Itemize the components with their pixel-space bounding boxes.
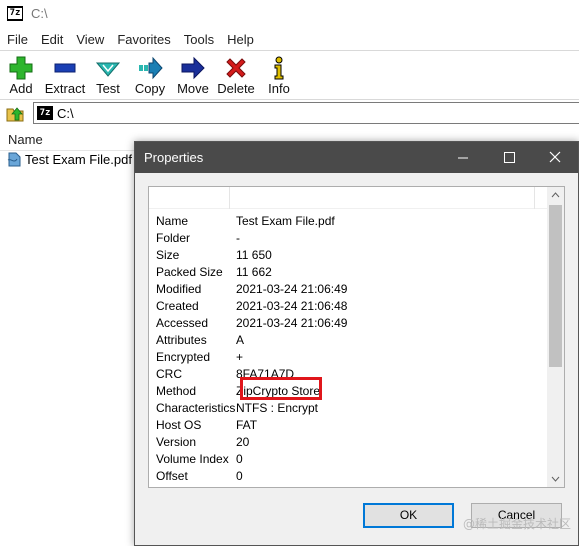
property-name: Volume Index: [156, 452, 229, 466]
address-bar: 7z C:\: [0, 102, 579, 126]
property-name: Encrypted: [156, 350, 211, 364]
move-arrow-icon: [181, 56, 205, 80]
info-button[interactable]: Info: [266, 51, 292, 99]
property-value: 0: [236, 452, 243, 466]
plus-icon: [9, 56, 33, 80]
move-button[interactable]: Move: [176, 51, 210, 99]
add-label: Add: [9, 81, 33, 96]
address-value: C:\: [57, 106, 74, 121]
property-name: Created: [156, 299, 199, 313]
extract-label: Extract: [44, 81, 86, 96]
title-bar: 7z C:\: [0, 0, 579, 28]
toolbar-separator: [0, 99, 579, 100]
scrollbar-thumb[interactable]: [549, 205, 562, 367]
scroll-down-icon[interactable]: [547, 470, 564, 487]
column-header-name[interactable]: Name: [8, 132, 43, 147]
header-divider: [229, 187, 230, 209]
property-name: Modified: [156, 282, 202, 296]
ok-button[interactable]: OK: [363, 503, 454, 528]
property-name: CRC: [156, 367, 182, 381]
properties-list: Name Test Exam File.pdf Folder - Size 11…: [148, 186, 565, 488]
test-button[interactable]: Test: [93, 51, 123, 99]
toolbar: Add Extract Test Copy Move Delete Info: [0, 51, 579, 99]
property-name: Folder: [156, 231, 191, 245]
copy-button[interactable]: Copy: [133, 51, 167, 99]
property-name: Characteristics: [156, 401, 236, 415]
property-name: Name: [156, 214, 189, 228]
copy-label: Copy: [134, 81, 166, 96]
property-name: Attributes: [156, 333, 207, 347]
property-value: 2021-03-24 21:06:49: [236, 316, 348, 330]
extract-button[interactable]: Extract: [43, 51, 87, 99]
minimize-icon[interactable]: [440, 142, 486, 173]
window-title: C:\: [31, 6, 48, 21]
drive-icon: 7z: [37, 106, 53, 120]
menu-favorites[interactable]: Favorites: [114, 32, 173, 47]
move-label: Move: [177, 81, 209, 96]
property-value: -: [236, 231, 240, 245]
menu-edit[interactable]: Edit: [38, 32, 66, 47]
menu-bar: File Edit View Favorites Tools Help: [0, 29, 579, 49]
delete-button[interactable]: Delete: [217, 51, 255, 99]
add-button[interactable]: Add: [4, 51, 38, 99]
menu-view[interactable]: View: [73, 32, 107, 47]
watermark: @稀土掘金技术社区: [462, 517, 571, 531]
close-icon[interactable]: [532, 142, 578, 173]
check-icon: [95, 62, 121, 77]
property-value: 11 662: [236, 265, 272, 279]
property-name: Method: [156, 384, 197, 398]
properties-header: [149, 187, 547, 209]
property-name: Version: [156, 435, 197, 449]
property-name: Packed Size: [156, 265, 223, 279]
list-item[interactable]: Test Exam File.pdf: [6, 151, 132, 167]
properties-dialog: Properties Name Test Exam File.pdf Folde…: [134, 141, 579, 546]
property-value: +: [236, 350, 244, 364]
property-name: Host OS: [156, 418, 202, 432]
property-value: 11 650: [236, 248, 272, 262]
test-label: Test: [96, 81, 120, 96]
pdf-file-icon: [7, 152, 21, 167]
menu-help[interactable]: Help: [224, 32, 257, 47]
property-value: Test Exam File.pdf: [236, 214, 335, 228]
info-label: Info: [268, 81, 290, 96]
app-icon: 7z: [7, 6, 23, 21]
info-icon: [274, 56, 284, 80]
menu-tools[interactable]: Tools: [181, 32, 217, 47]
delete-x-icon: [226, 58, 246, 78]
property-name: Offset: [156, 469, 188, 483]
property-value: 2021-03-24 21:06:49: [236, 282, 348, 296]
method-highlight: [240, 377, 322, 400]
menu-file[interactable]: File: [4, 32, 31, 47]
property-name: Accessed: [156, 316, 209, 330]
copy-arrow-icon: [139, 56, 163, 80]
property-value: 2021-03-24 21:06:48: [236, 299, 348, 313]
property-value: 0: [236, 469, 243, 483]
vertical-scrollbar[interactable]: [547, 187, 564, 487]
dialog-title-bar: Properties: [135, 142, 578, 173]
maximize-icon[interactable]: [486, 142, 532, 173]
property-value: 20: [236, 435, 250, 449]
file-name: Test Exam File.pdf: [25, 151, 132, 167]
property-value: NTFS : Encrypt: [236, 401, 319, 415]
minus-icon: [54, 63, 76, 73]
delete-label: Delete: [217, 81, 255, 96]
header-divider: [534, 187, 535, 209]
property-name: Size: [156, 248, 180, 262]
address-input[interactable]: 7z C:\: [33, 102, 579, 124]
dialog-title: Properties: [144, 150, 204, 165]
scroll-up-icon[interactable]: [547, 187, 564, 204]
folder-up-icon[interactable]: [6, 104, 24, 122]
property-value: A: [236, 333, 245, 347]
property-value: FAT: [236, 418, 258, 432]
